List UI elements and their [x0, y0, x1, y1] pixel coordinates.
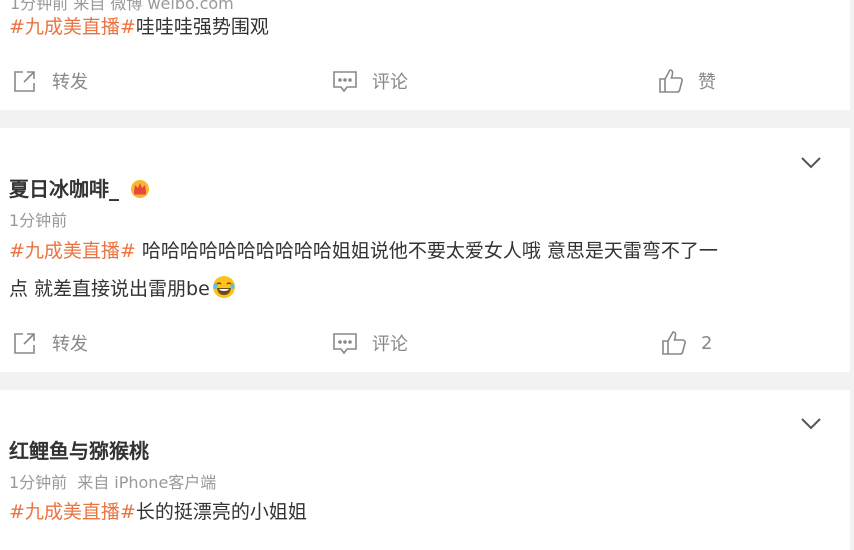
action-bar: 转发 评论 2 [0, 328, 850, 358]
post-body-line-2: 点 就差直接说出雷朋be [9, 278, 210, 300]
repost-icon [14, 71, 35, 92]
username[interactable]: 红鲤鱼与猕猴桃 [9, 435, 149, 464]
post-text: #九成美直播#哇哇哇强势围观 [9, 8, 810, 46]
chevron-down-icon[interactable] [800, 156, 822, 170]
hashtag-link[interactable]: #九成美直播# [9, 501, 136, 523]
repost-icon [14, 333, 35, 354]
post-body: 长的挺漂亮的小姐姐 [135, 501, 307, 523]
username[interactable]: 夏日冰咖啡_ [9, 173, 119, 202]
post-meta: 1分钟前 来自 iPhone客户端 [9, 469, 216, 493]
repost-label: 转发 [52, 334, 88, 355]
comment-icon [333, 71, 357, 93]
laughing-tears-emoji-icon [212, 276, 235, 298]
thumbs-up-icon [662, 331, 686, 355]
like-label: 赞 [698, 72, 716, 93]
chevron-down-icon[interactable] [800, 417, 822, 431]
repost-button[interactable]: 转发 [12, 328, 88, 358]
post-author[interactable]: 夏日冰咖啡_ [9, 173, 151, 202]
comment-button[interactable]: 评论 [332, 66, 408, 96]
post-source: 来自 iPhone客户端 [77, 473, 217, 492]
action-bar: 转发 评论 赞 [0, 66, 850, 96]
post-card: 1分钟前 来自 微博 weibo.com #九成美直播#哇哇哇强势围观 转发 评… [0, 0, 850, 110]
like-button[interactable]: 赞 [658, 66, 716, 96]
comment-label: 评论 [372, 334, 408, 355]
hashtag-link[interactable]: #九成美直播# [9, 16, 136, 38]
comment-label: 评论 [372, 72, 408, 93]
thumbs-up-icon [659, 69, 683, 93]
hashtag-link[interactable]: #九成美直播# [9, 240, 136, 262]
post-meta: 1分钟前 [9, 207, 67, 231]
comment-icon [333, 333, 357, 355]
post-card: 红鲤鱼与猕猴桃 1分钟前 来自 iPhone客户端 #九成美直播#长的挺漂亮的小姐… [0, 390, 850, 550]
post-card: 夏日冰咖啡_ 1分钟前 #九成美直播# 哈哈哈哈哈哈哈哈哈哈姐姐说他不要太爱女人… [0, 128, 850, 372]
repost-label: 转发 [52, 72, 88, 93]
post-author[interactable]: 红鲤鱼与猕猴桃 [9, 435, 149, 464]
post-text: #九成美直播# 哈哈哈哈哈哈哈哈哈哈姐姐说他不要太爱女人哦 意思是天雷弯不了一 … [9, 232, 810, 308]
post-time: 1分钟前 [9, 211, 68, 230]
like-button[interactable]: 2 [661, 328, 712, 358]
comment-button[interactable]: 评论 [332, 328, 408, 358]
post-body-line-1: 哈哈哈哈哈哈哈哈哈哈姐姐说他不要太爱女人哦 意思是天雷弯不了一 [135, 240, 718, 262]
crown-badge-icon [131, 179, 149, 198]
post-body: 哇哇哇强势围观 [135, 16, 269, 38]
repost-button[interactable]: 转发 [12, 66, 88, 96]
post-time: 1分钟前 [9, 473, 68, 492]
like-count: 2 [701, 332, 713, 354]
post-text: #九成美直播#长的挺漂亮的小姐姐 [9, 493, 810, 531]
